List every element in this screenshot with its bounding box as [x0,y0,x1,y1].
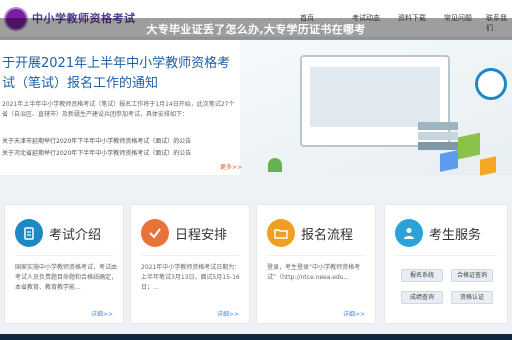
clipboard-icon [15,219,43,247]
detail-link[interactable]: 详细>> [217,309,239,318]
card-exam-intro[interactable]: 考试介绍 国家实施中小学教师资格考试，考试由考试人员负责题目命题和合格线确定，本… [4,204,124,324]
cube-illustration [458,132,480,160]
hero-banner: 于开展2021年上半年中小学教师资格考试（笔试）报名工作的通知 2021年上半年… [0,40,512,176]
detail-link[interactable]: 详细>> [91,309,113,318]
caption-title: 大专毕业证丢了怎么办,大专学历证书在哪考 [146,23,366,36]
notice-link[interactable]: 关于河北省延期举行2020年下半年中小学教师资格考试（面试）的公告 [2,148,191,157]
score-query-button[interactable]: 成绩查询 [401,291,443,304]
card-title: 考试介绍 [49,228,102,243]
card-text: 国家实施中小学教师资格考试，考试由考试人员负责题目命题和合格线确定，本省教育、教… [15,264,118,291]
card-candidate-services: 考生服务 报名系统 合格证查询 成绩查询 资格认证 [384,204,508,324]
card-title: 考生服务 [429,228,482,243]
card-title: 报名流程 [301,228,354,243]
card-text: 登录，考生登录“中小学教师资格考试”（http://ntce.neea.edu.… [267,264,361,281]
more-link[interactable]: 更多>> [220,162,242,171]
notice-summary: 2021年上半年中小学教师资格考试（笔试）报名工作将于1月14日开始，此次笔试2… [2,101,235,118]
notice-title[interactable]: 于开展2021年上半年中小学教师资格考试（笔试）报名工作的通知 [2,54,240,94]
qualification-button[interactable]: 资格认证 [451,291,493,304]
cube-illustration [480,156,496,176]
certificate-query-button[interactable]: 合格证查询 [451,269,493,282]
cube-illustration [440,150,458,172]
card-text: 2021年中小学教师资格考试日期为：上半年笔试3月13日，面试5月15-16日；… [141,264,241,291]
card-title: 日程安排 [175,228,228,243]
card-registration-flow[interactable]: 报名流程 登录，考生登录“中小学教师资格考试”（http://ntce.neea… [256,204,376,324]
notice-link[interactable]: 关于天津市延期举行2020年下半年中小学教师资格考试（面试）的公告 [2,136,191,145]
checkmark-icon [141,219,169,247]
whiteboard-illustration [300,55,450,147]
registration-system-button[interactable]: 报名系统 [401,269,443,282]
detail-link[interactable]: 详细>> [343,309,365,318]
books-illustration [418,122,458,130]
clock-icon [475,68,507,100]
plant-illustration [268,158,282,172]
folder-icon [267,219,295,247]
card-schedule[interactable]: 日程安排 2021年中小学教师资格考试日期为：上半年笔试3月13日，面试5月15… [130,204,250,324]
footer-bar [0,334,512,340]
person-icon [395,219,423,247]
